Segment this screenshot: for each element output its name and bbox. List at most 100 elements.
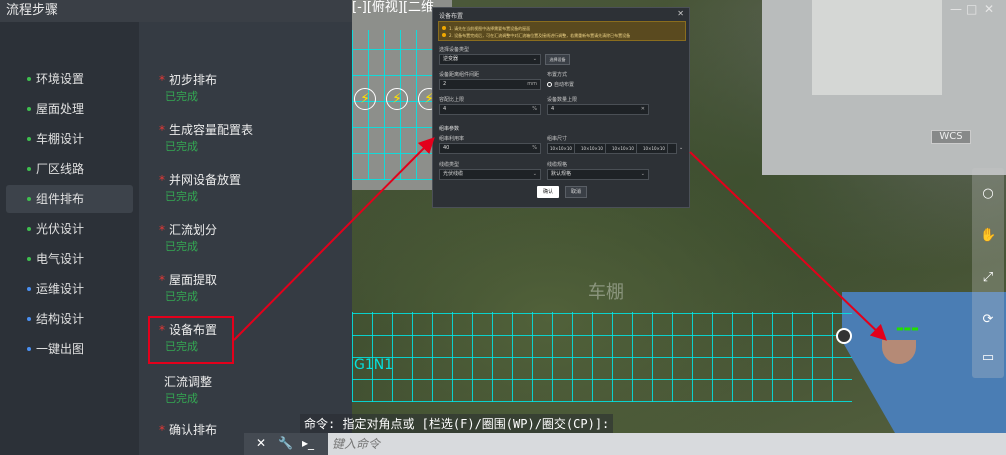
required-star-icon: * [159, 123, 165, 137]
lightning-icon: ⚡ [354, 88, 376, 110]
lightning-icon: ⚡ [386, 88, 408, 110]
confirm-button[interactable]: 确认 [537, 186, 559, 198]
nav-item-environment[interactable]: 环境设置 [6, 65, 133, 93]
nav-item-label: 环境设置 [36, 72, 85, 86]
nav-item-label: 厂区线路 [36, 162, 85, 176]
step-grid-equipment[interactable]: * 并网设备放置 已完成 [159, 171, 349, 205]
status-dot-icon [27, 257, 31, 261]
step-status: 已完成 [165, 90, 198, 103]
pan-hand-icon[interactable]: ✋ [980, 228, 996, 244]
required-star-icon: * [159, 223, 165, 237]
panel-title: 流程步骤 [0, 0, 352, 22]
zoom-circle-icon[interactable]: ○ [980, 186, 996, 202]
nav-item-structure[interactable]: 结构设计 [6, 305, 133, 333]
string-ratio-input[interactable]: 40 % [439, 143, 541, 154]
cable-spec-select[interactable]: 默认规格 ⌄ [547, 169, 649, 180]
maximize-icon[interactable]: □ [966, 2, 977, 16]
string-size-label: 组串尺寸 [547, 136, 568, 142]
layout-mode-radio[interactable]: 自动布置 [547, 81, 574, 88]
radio-selected-icon [547, 82, 552, 87]
zoom-extents-icon[interactable]: ⤢ [980, 270, 996, 286]
layout-mode-label: 布置方式 [547, 72, 568, 78]
orbit-icon[interactable]: ⟳ [980, 312, 996, 328]
cancel-button[interactable]: 取消 [565, 186, 587, 198]
nav-item-export[interactable]: 一键出图 [6, 335, 133, 363]
max-count-input[interactable]: 4 ✕ [547, 104, 649, 115]
app-root: 流程步骤 环境设置 屋面处理 车棚设计 厂区线路 组件排布 光伏设计 电气设计 [0, 0, 1006, 455]
cable-type-select[interactable]: 光伏线缆 ⌄ [439, 169, 541, 180]
aerial-building-roof [812, 0, 942, 95]
warning-icon [442, 26, 446, 30]
status-dot-icon [27, 347, 31, 351]
terminal-icon[interactable]: ▸_ [302, 436, 314, 450]
max-ratio-input[interactable]: 4 % [439, 104, 541, 115]
sidebar-nav: 环境设置 屋面处理 车棚设计 厂区线路 组件排布 光伏设计 电气设计 运维设计 [0, 22, 139, 455]
step-status: 已完成 [165, 140, 198, 153]
nav-item-electrical[interactable]: 电气设计 [6, 245, 133, 273]
string-size-tab[interactable]: 10×10×10 [579, 144, 606, 153]
required-star-icon: * [159, 73, 165, 87]
status-dot-icon [27, 107, 31, 111]
nav-item-roof[interactable]: 屋面处理 [6, 95, 133, 123]
wrench-icon[interactable]: 🔧 [278, 436, 293, 450]
nav-item-label: 组件排布 [36, 192, 85, 206]
status-dot-icon [27, 317, 31, 321]
close-icon[interactable]: ✕ [984, 2, 994, 16]
cable-type-label: 线缆类型 [439, 162, 460, 168]
string-size-tab[interactable]: 10×10×10 [610, 144, 637, 153]
step-initial-layout[interactable]: * 初步排布 已完成 [159, 71, 349, 105]
clear-icon[interactable]: ✕ [641, 105, 645, 114]
chevron-down-icon[interactable]: ⌄ [679, 145, 683, 151]
view-mode-label[interactable]: [-][俯视][二维 [352, 0, 434, 16]
step-combiner-adjust[interactable]: 汇流调整 已完成 [159, 373, 349, 407]
step-status: 已完成 [165, 392, 198, 405]
carport-label: 车棚 [588, 282, 624, 303]
step-status: 已完成 [165, 290, 198, 303]
carport-pv-grid [352, 312, 852, 402]
chevron-down-icon: ⌄ [532, 56, 537, 62]
nav-item-om-design[interactable]: 运维设计 [6, 275, 133, 303]
max-count-label: 设备数量上限 [547, 97, 578, 103]
string-size-tabs[interactable]: 10×10×10 10×10×10 10×10×10 10×10×10 [547, 143, 677, 154]
close-icon[interactable]: ✕ [256, 436, 266, 450]
status-dot-icon [27, 287, 31, 291]
dialog-title: 设备布置 [439, 13, 464, 20]
chevron-down-icon: ⌄ [640, 171, 645, 177]
command-tools: ✕ 🔧 ▸_ [244, 433, 328, 455]
display-icon[interactable]: ▭ [980, 350, 996, 366]
step-status: 已完成 [165, 240, 198, 253]
required-star-icon: * [159, 423, 165, 437]
device-marker-icon[interactable] [836, 328, 852, 344]
warning-line: 1. 请先在当前视图中选择需要布置设备的屋面 [449, 26, 531, 31]
command-input[interactable] [332, 436, 532, 452]
nav-item-label: 光伏设计 [36, 222, 85, 236]
step-capacity-table[interactable]: * 生成容量配置表 已完成 [159, 121, 349, 155]
nav-item-carport[interactable]: 车棚设计 [6, 125, 133, 153]
status-dot-icon [27, 197, 31, 201]
step-combiner-division[interactable]: * 汇流划分 已完成 [159, 221, 349, 255]
minimize-icon[interactable]: — [950, 2, 962, 16]
nav-item-label: 一键出图 [36, 342, 85, 356]
string-size-tab[interactable]: 10×10×10 [548, 144, 575, 153]
wcs-badge[interactable]: WCS [931, 130, 971, 144]
step-status: 已完成 [165, 190, 198, 203]
max-ratio-label: 容配比上限 [439, 97, 465, 103]
command-prompt: 命令: 指定对角点或 [栏选(F)/圈围(WP)/圈交(CP)]: [300, 414, 614, 433]
nav-item-label: 屋面处理 [36, 102, 85, 116]
device-type-label: 选择设备类型 [439, 47, 470, 53]
nav-item-label: 运维设计 [36, 282, 85, 296]
nav-item-label: 电气设计 [36, 252, 85, 266]
nav-item-module-layout[interactable]: 组件排布 [6, 185, 133, 213]
navigation-bar: ○ ✋ ⤢ ⟳ ▭ [972, 168, 1004, 378]
nav-item-label: 结构设计 [36, 312, 85, 326]
nav-item-pv-design[interactable]: 光伏设计 [6, 215, 133, 243]
close-icon[interactable]: ✕ [677, 9, 684, 18]
nav-item-site-lines[interactable]: 厂区线路 [6, 155, 133, 183]
cable-spec-label: 线缆规格 [547, 162, 568, 168]
status-dot-icon [27, 77, 31, 81]
spacing-input[interactable]: 2 mm [439, 79, 541, 90]
select-device-button[interactable]: 选择设备 [545, 54, 570, 65]
device-type-select[interactable]: 逆变器 ⌄ [439, 54, 541, 65]
step-roof-extract[interactable]: * 屋面提取 已完成 [159, 271, 349, 305]
string-size-tab[interactable]: 10×10×10 [641, 144, 668, 153]
